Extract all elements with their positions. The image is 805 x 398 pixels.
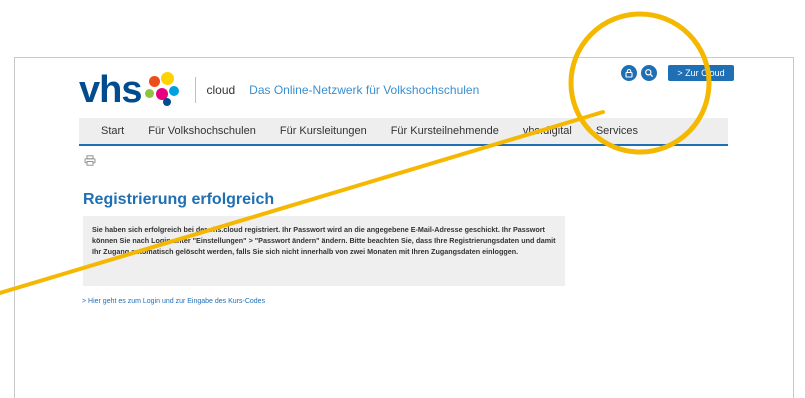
highlight-circle [568, 11, 712, 155]
annotation-overlay [0, 11, 712, 295]
highlight-pointer-line [0, 110, 605, 295]
